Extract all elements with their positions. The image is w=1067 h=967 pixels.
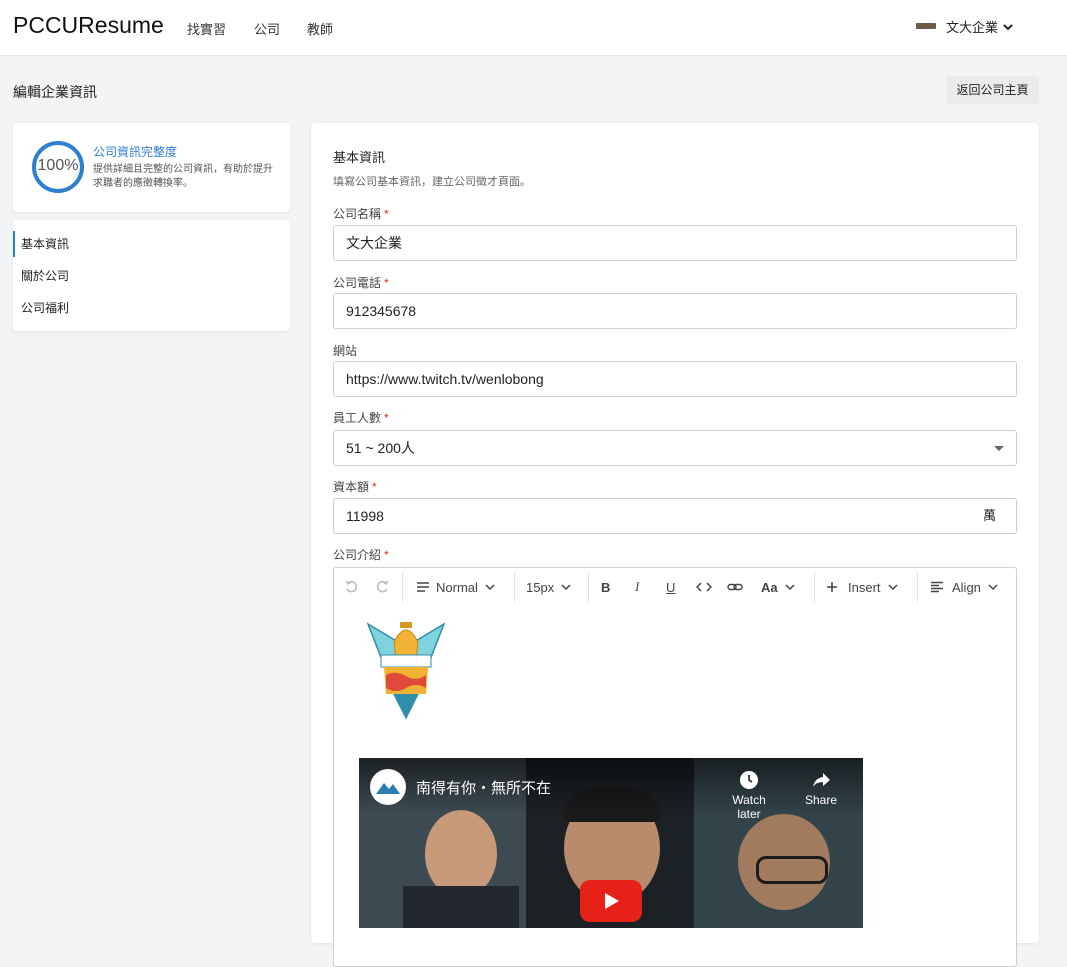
font-size-dropdown[interactable]: 15px (520, 568, 572, 606)
plus-icon (827, 582, 837, 592)
share-button[interactable]: Share (795, 770, 847, 807)
code-icon (696, 582, 712, 592)
toolbar-divider (814, 572, 815, 602)
video-title[interactable]: 南得有你・無所不在 (416, 777, 551, 798)
undo-button[interactable] (344, 568, 358, 606)
bold-button[interactable]: B (601, 568, 610, 606)
website-input[interactable]: https://www.twitch.tv/wenlobong (333, 361, 1017, 397)
font-size-label: 15px (526, 579, 555, 595)
play-button-icon[interactable] (580, 880, 642, 922)
nav-link-internships[interactable]: 找實習 (187, 19, 226, 38)
paragraph-icon (417, 582, 429, 592)
top-navbar: PCCUResume 找實習 公司 教師 文大企業 (0, 0, 1067, 56)
user-avatar (916, 22, 936, 29)
code-button[interactable] (696, 568, 712, 606)
toolbar-divider (402, 572, 403, 602)
channel-logo-icon[interactable] (370, 769, 406, 805)
toolbar-divider (514, 572, 515, 602)
watch-later-button[interactable]: Watch later (723, 770, 775, 821)
section-description: 填寫公司基本資訊，建立公司徵才頁面。 (333, 176, 531, 188)
employees-selected-value: 51 ~ 200人 (346, 440, 415, 456)
chevron-down-icon (561, 584, 571, 591)
toolbar-divider (588, 572, 589, 602)
watch-later-label: Watch later (732, 793, 766, 821)
progress-title: 公司資訊完整度 (93, 145, 178, 159)
chevron-down-icon (988, 584, 998, 591)
dropdown-arrow-icon (994, 446, 1004, 451)
intro-label: 公司介紹 * (333, 548, 389, 562)
side-menu-item-about[interactable]: 關於公司 (13, 263, 290, 289)
insert-label: Insert (848, 579, 881, 595)
nav-link-teachers[interactable]: 教師 (307, 19, 333, 38)
capital-input[interactable]: 11998 萬 (333, 498, 1017, 534)
block-style-label: Normal (436, 579, 478, 595)
align-left-icon (931, 581, 943, 593)
progress-percent: 100% (37, 157, 79, 174)
font-case-dropdown[interactable]: Aa (759, 568, 796, 606)
university-logo-image (366, 622, 446, 720)
website-label: 網站 (333, 344, 358, 358)
progress-description: 提供詳細且完整的公司資訊，有助於提升求職者的應徵轉換率。 (93, 164, 273, 189)
side-menu: 基本資訊 關於公司 公司福利 (13, 220, 290, 331)
chevron-down-icon (785, 584, 795, 591)
capital-value: 11998 (346, 508, 384, 524)
chevron-down-icon (1003, 23, 1013, 30)
completeness-card: 100% 公司資訊完整度 提供詳細且完整的公司資訊，有助於提升求職者的應徵轉換率… (13, 123, 290, 212)
section-title: 基本資訊 (333, 150, 386, 165)
capital-unit: 萬 (982, 508, 996, 523)
company-name-input[interactable]: 文大企業 (333, 225, 1017, 261)
company-name-label: 公司名稱 * (333, 207, 389, 221)
editor-toolbar: Normal 15px B I U Aa Insert Align (334, 568, 1016, 606)
clock-icon (740, 771, 758, 789)
insert-dropdown[interactable]: Insert (826, 568, 899, 606)
redo-icon (376, 580, 389, 593)
align-dropdown[interactable]: Align (930, 568, 999, 606)
phone-input[interactable]: 912345678 (333, 293, 1017, 329)
user-menu[interactable]: 文大企業 (916, 17, 1014, 36)
align-label: Align (952, 579, 981, 595)
side-menu-item-basic-info[interactable]: 基本資訊 (13, 231, 290, 257)
employees-select[interactable]: 51 ~ 200人 (333, 430, 1017, 466)
page-title: 編輯企業資訊 (13, 84, 97, 100)
link-icon (727, 583, 743, 591)
share-icon (813, 773, 830, 787)
nav-link-companies[interactable]: 公司 (254, 19, 280, 38)
font-case-label: Aa (761, 579, 778, 595)
user-name: 文大企業 (946, 20, 999, 35)
employees-label: 員工人數 * (333, 411, 389, 425)
block-style-dropdown[interactable]: Normal (416, 568, 496, 606)
intro-rich-text-editor[interactable]: Normal 15px B I U Aa Insert Align 南得有你・無… (333, 567, 1017, 967)
link-button[interactable] (727, 568, 743, 606)
toolbar-divider (917, 572, 918, 602)
share-label: Share (804, 793, 838, 807)
redo-button[interactable] (376, 568, 390, 606)
brand-logo-text[interactable]: PCCUResume (13, 12, 164, 39)
underline-button[interactable]: U (666, 568, 675, 606)
side-menu-item-benefits[interactable]: 公司福利 (13, 295, 290, 321)
chevron-down-icon (485, 584, 495, 591)
embedded-video[interactable]: 南得有你・無所不在 Watch later Share (359, 758, 863, 928)
phone-label: 公司電話 * (333, 276, 389, 290)
basic-info-form: 基本資訊 填寫公司基本資訊，建立公司徵才頁面。 公司名稱 * 文大企業 公司電話 *… (311, 123, 1039, 967)
undo-icon (345, 580, 358, 593)
italic-button[interactable]: I (635, 568, 639, 606)
back-to-company-button[interactable]: 返回公司主頁 (946, 76, 1039, 104)
mountain-icon (376, 783, 400, 794)
capital-label: 資本額 * (333, 480, 377, 494)
chevron-down-icon (887, 584, 898, 591)
